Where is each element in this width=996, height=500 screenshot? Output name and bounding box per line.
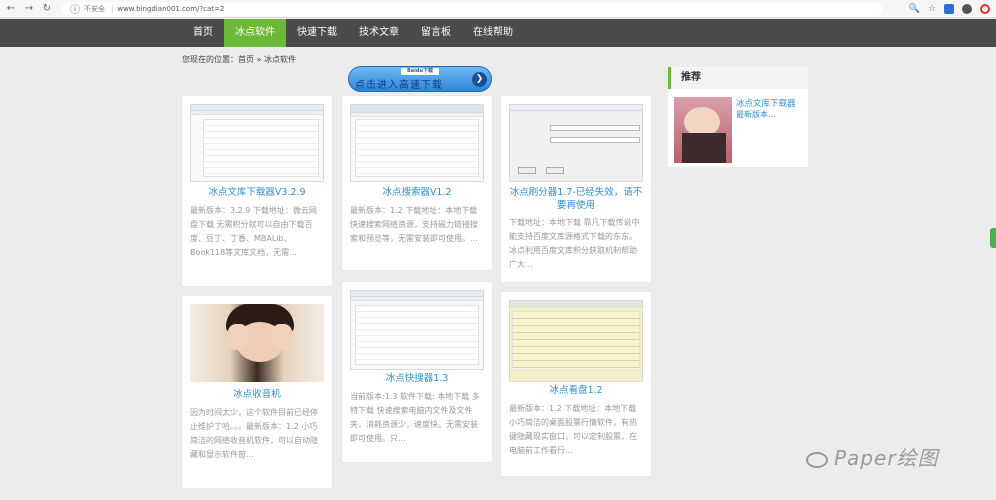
card-title[interactable]: 冰点快搜器1.3 <box>342 372 492 385</box>
screenshot-thumbnail[interactable] <box>509 300 643 382</box>
url-text: www.bingdian001.com/?cat=2 <box>117 4 225 13</box>
info-icon[interactable]: ⓘ <box>68 2 82 16</box>
software-card: 冰点刷分器1.7-已经失效，请不要再使用 下载地址：本地下载 靠凡下载传说中能支… <box>501 96 651 282</box>
nav-item-software[interactable]: 冰点软件 <box>224 19 286 47</box>
watermark: Paper绘图 <box>806 442 939 471</box>
card-description: 最新版本：1.2 下载地址：本地下载 快速搜索网络资源，支持磁力链接搜索和预览等… <box>350 206 478 243</box>
card-description: 当前版本:1.3 软件下载: 本地下载 多特下载 快速搜索电脑内文件及文件夹，消… <box>350 392 480 443</box>
card-title[interactable]: 冰点收音机 <box>182 388 332 401</box>
wechat-icon <box>806 451 828 468</box>
card-description: 最新版本：1.2 下载地址：本地下载 小巧简洁的桌面股票行情软件，有热键隐藏现实… <box>509 404 637 455</box>
screenshot-thumbnail[interactable] <box>190 104 324 182</box>
card-title[interactable]: 冰点搜索器V1.2 <box>342 186 492 199</box>
recommend-title[interactable]: 冰点文库下载器 <box>736 97 796 109</box>
bookmark-star-icon[interactable]: ☆ <box>928 4 936 14</box>
software-card: 冰点看盘1.2 最新版本：1.2 下载地址：本地下载 小巧简洁的桌面股票行情软件… <box>501 292 651 476</box>
download-banner[interactable]: Baidu下载 点击进入高速下载 ❯ <box>348 66 492 92</box>
address-separator: | <box>111 4 114 13</box>
site-nav: 首页 冰点软件 快速下载 技术文章 留言板 在线帮助 <box>0 19 996 47</box>
screenshot-thumbnail[interactable] <box>350 290 484 370</box>
nav-item-articles[interactable]: 技术文章 <box>348 19 410 47</box>
nav-item-home[interactable]: 首页 <box>182 19 224 47</box>
nav-item-help[interactable]: 在线帮助 <box>462 19 524 47</box>
software-card: 冰点快搜器1.3 当前版本:1.3 软件下载: 本地下载 多特下载 快速搜索电脑… <box>342 282 492 462</box>
card-title[interactable]: 冰点文库下载器V3.2.9 <box>182 186 332 199</box>
card-title[interactable]: 冰点刷分器1.7-已经失效，请不要再使用 <box>501 186 651 212</box>
sidebar-heading: 推荐 <box>668 67 808 89</box>
browser-menu-icon[interactable] <box>980 3 990 14</box>
reload-icon[interactable]: ↻ <box>40 2 54 16</box>
browser-toolbar: ← → ↻ ⓘ 不安全 | www.bingdian001.com/?cat=2… <box>0 0 996 18</box>
card-description: 因为时间太少，这个软件目前已经停止维护了哈。。。最新版本：1.2 小巧简洁的网络… <box>190 408 318 459</box>
profile-icon[interactable] <box>962 3 972 14</box>
extension-icon[interactable] <box>944 3 954 14</box>
screenshot-thumbnail[interactable] <box>509 104 643 182</box>
banner-text: 点击进入高速下载 <box>355 80 443 91</box>
watermark-text: Paper绘图 <box>834 446 939 470</box>
insecure-label: 不安全 <box>84 4 105 13</box>
scroll-tab[interactable] <box>990 228 996 248</box>
recommend-photo[interactable] <box>674 97 732 163</box>
cover-photo[interactable] <box>190 304 324 382</box>
forward-icon[interactable]: → <box>22 2 36 16</box>
nav-item-guestbook[interactable]: 留言板 <box>410 19 462 47</box>
breadcrumb: 您现在的位置：首页 » 冰点软件 <box>182 55 296 64</box>
software-card: 冰点文库下载器V3.2.9 最新版本：3.2.9 下载地址：微云网盘下载 无需积… <box>182 96 332 286</box>
software-card: 冰点搜索器V1.2 最新版本：1.2 下载地址：本地下载 快速搜索网络资源，支持… <box>342 96 492 270</box>
nav-item-fast-download[interactable]: 快速下载 <box>286 19 348 47</box>
address-bar[interactable]: ⓘ 不安全 | www.bingdian001.com/?cat=2 <box>62 1 882 16</box>
card-description: 下载地址：本地下载 靠凡下载传说中能支持百度文库源格式下载的东东。 冰点利用百度… <box>509 218 640 269</box>
card-description: 最新版本：3.2.9 下载地址：微云网盘下载 无需积分就可以自由下载百度、豆丁、… <box>190 206 317 257</box>
back-icon[interactable]: ← <box>4 2 18 16</box>
arrow-right-icon: ❯ <box>472 72 487 87</box>
recommend-subtitle[interactable]: 最新版本... <box>736 109 776 120</box>
card-title[interactable]: 冰点看盘1.2 <box>501 384 651 397</box>
software-card: 冰点收音机 因为时间太少，这个软件目前已经停止维护了哈。。。最新版本：1.2 小… <box>182 296 332 488</box>
baidu-download-logo: Baidu下载 <box>401 68 439 75</box>
screenshot-thumbnail[interactable] <box>350 104 484 182</box>
recommend-sidebar: 推荐 冰点文库下载器 最新版本... <box>668 67 808 167</box>
zoom-icon[interactable]: 🔍 <box>909 4 920 14</box>
